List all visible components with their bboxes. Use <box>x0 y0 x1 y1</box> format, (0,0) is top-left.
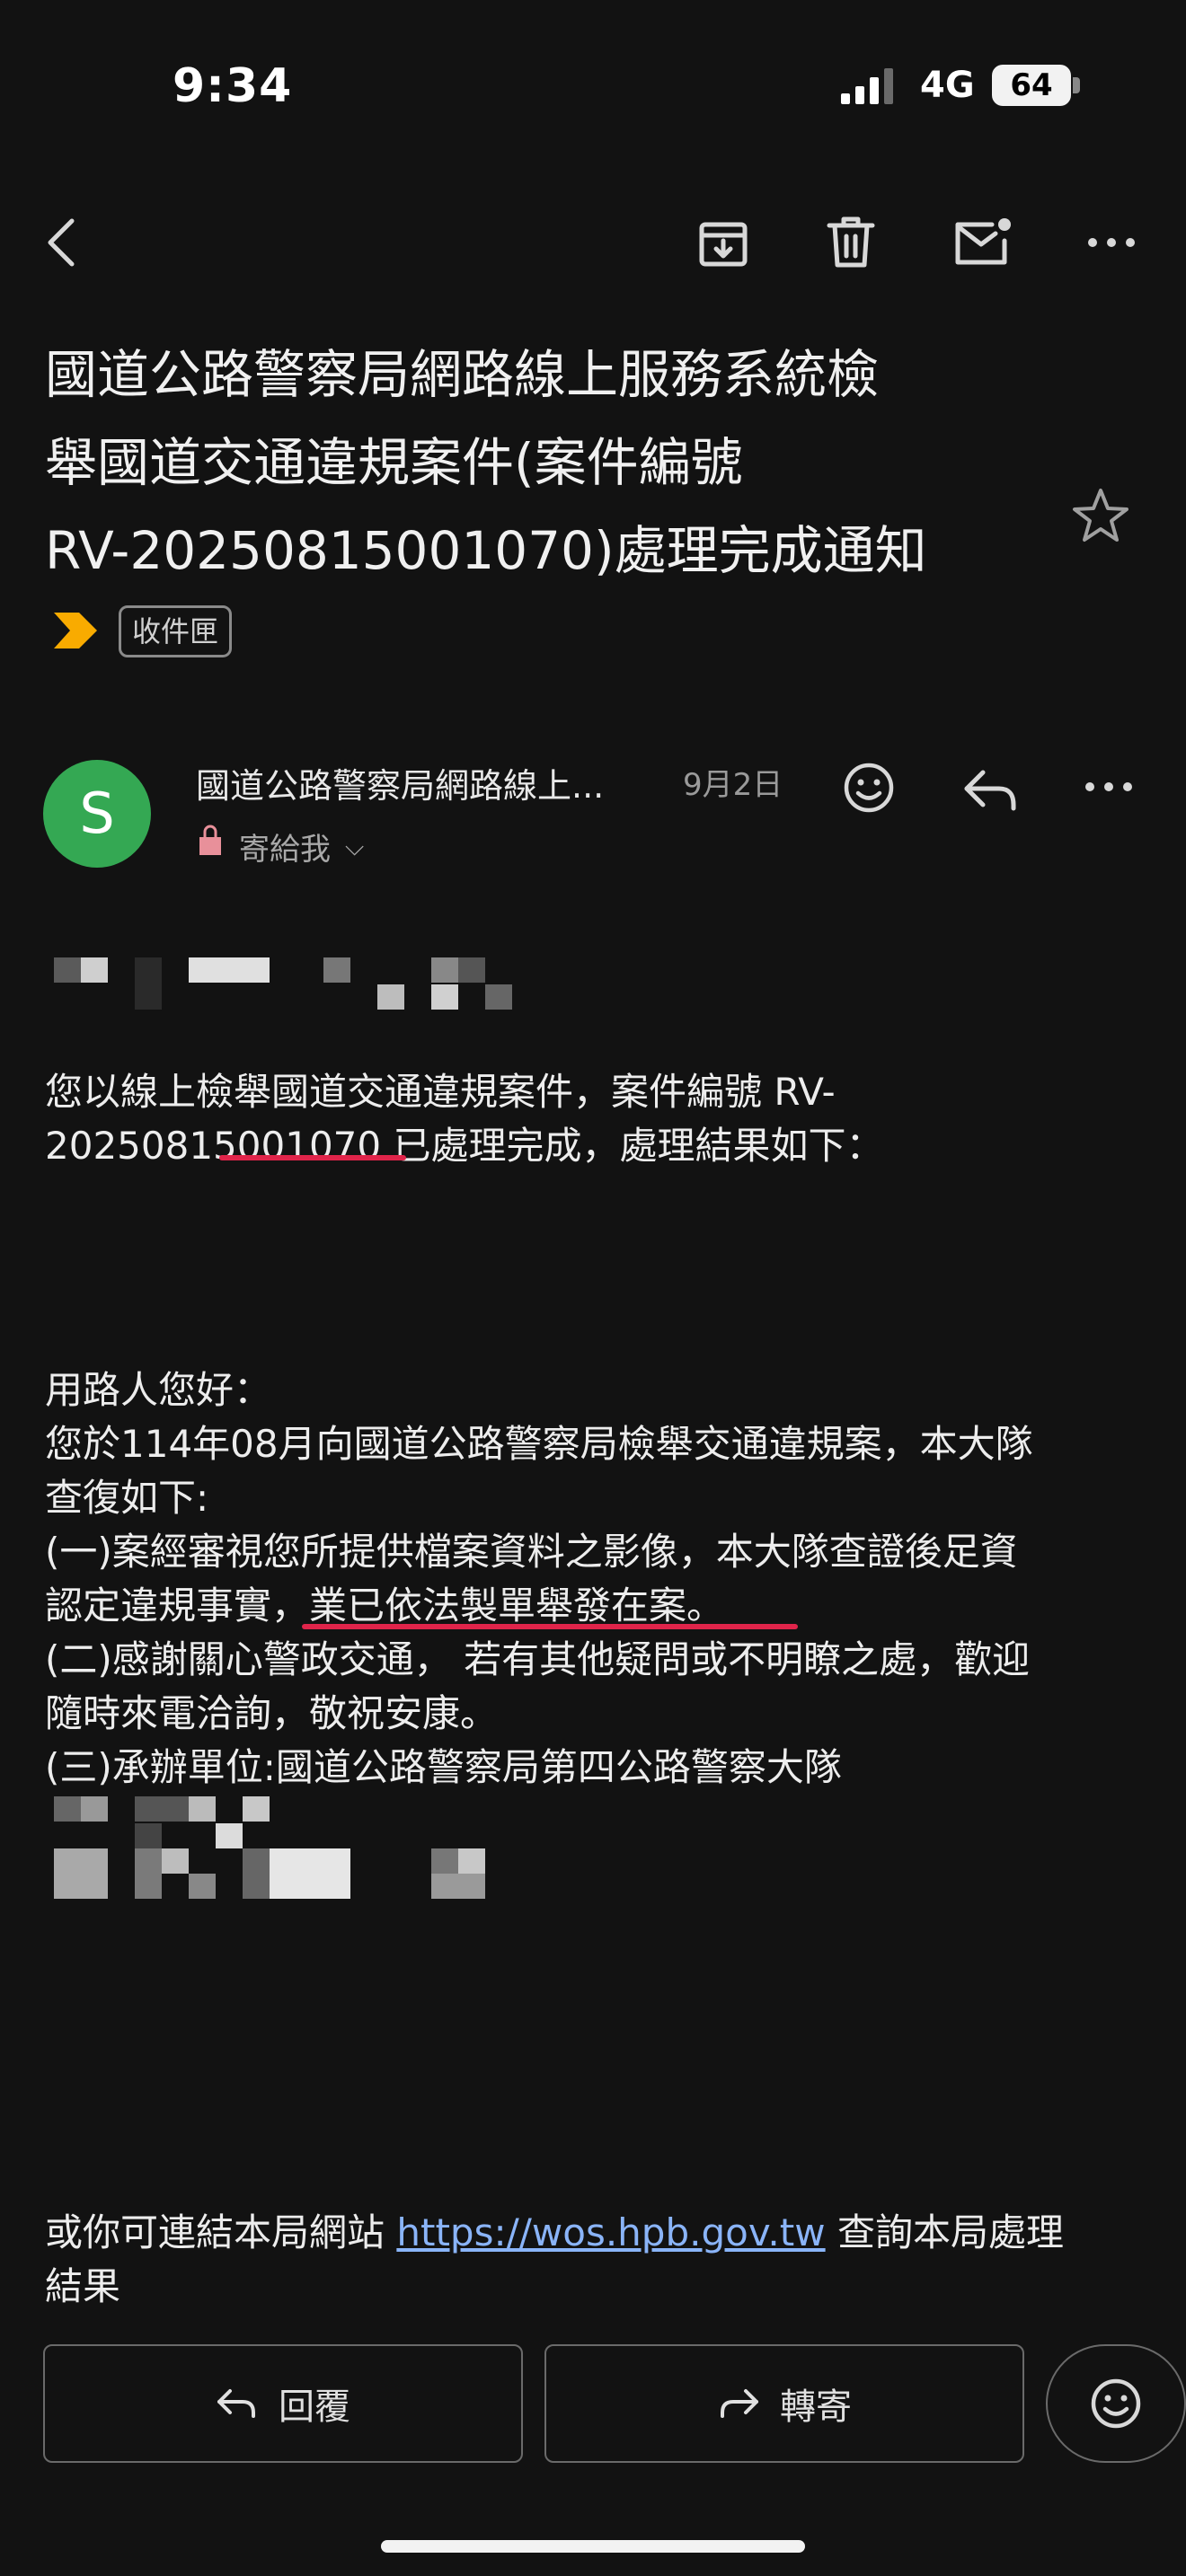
sender-avatar[interactable]: S <box>43 760 151 868</box>
mail-unread-icon <box>955 218 1011 265</box>
footer-text: 查詢本局處理 <box>825 2210 1064 2254</box>
reply-icon-button[interactable] <box>961 765 1028 821</box>
body-line: (一)案經審視您所提供檔案資料之影像，本大隊查證後足資 <box>45 1530 1018 1574</box>
archive-icon <box>699 222 748 267</box>
forward-button[interactable]: 轉寄 <box>544 2344 1024 2463</box>
reply-button[interactable]: 回覆 <box>43 2344 523 2463</box>
subject-line: RV-20250815001070)處理完成通知 <box>45 520 927 581</box>
star-button[interactable] <box>1071 487 1139 551</box>
label-inbox[interactable]: 收件匣 <box>119 605 233 657</box>
star-icon <box>1073 489 1128 542</box>
network-label: 4G <box>920 65 975 106</box>
delete-button[interactable] <box>819 208 882 277</box>
body-line: 您於114年08月向國道公路警察局檢舉交通違規案，本大隊 <box>45 1422 1033 1466</box>
intro-line: 您以線上檢舉國道交通違規案件，案件編號 RV- <box>45 1070 836 1114</box>
status-time: 9:34 <box>173 59 293 113</box>
footer-text: 或你可連結本局網站 <box>45 2210 397 2254</box>
subject-line: 舉國道交通違規案件(案件編號 <box>45 432 743 493</box>
red-underline-annotation <box>302 1624 798 1629</box>
emoji-icon <box>1091 2378 1141 2429</box>
back-button[interactable] <box>32 207 90 278</box>
emoji-icon <box>844 763 894 813</box>
trash-icon <box>827 216 875 268</box>
email-body: 用路人您好： 您於114年08月向國道公路警察局檢舉交通違規案，本大隊 查復如下… <box>45 1363 1150 1795</box>
reply-icon <box>217 2389 255 2418</box>
home-indicator[interactable] <box>381 2540 805 2553</box>
email-date: 9月2日 <box>683 767 783 803</box>
archive-button[interactable] <box>692 208 755 277</box>
more-icon <box>1088 238 1135 247</box>
sender-name[interactable]: 國道公路警察局網路線上... <box>196 758 663 807</box>
body-line: (二)感謝關心警政交通， 若有其他疑問或不明瞭之處，歡迎 <box>45 1637 1031 1681</box>
body-line: 查復如下: <box>45 1476 209 1520</box>
forward-label: 轉寄 <box>780 2386 852 2428</box>
emoji-reaction-button[interactable] <box>1046 2344 1186 2463</box>
chevron-down-icon[interactable]: ⌵ <box>345 832 364 862</box>
signal-icon <box>841 68 893 104</box>
reply-label: 回覆 <box>279 2386 350 2428</box>
body-line: 隨時來電洽詢，敬祝安康。 <box>45 1691 499 1735</box>
back-icon <box>48 218 75 267</box>
website-link[interactable]: https://wos.hpb.gov.tw <box>396 2210 825 2254</box>
body-line: 用路人您好： <box>45 1368 272 1412</box>
mark-unread-button[interactable] <box>949 208 1017 277</box>
email-footer: 或你可連結本局網站 https://wos.hpb.gov.tw 查詢本局處理 … <box>45 2206 1150 2314</box>
lock-bag-icon <box>199 825 221 855</box>
red-underline-annotation <box>219 1155 406 1160</box>
redacted-pixelated-area <box>54 957 521 1013</box>
message-more-button[interactable] <box>1084 780 1137 803</box>
more-button[interactable] <box>1078 219 1145 266</box>
react-button[interactable] <box>841 760 904 823</box>
importance-marker-icon[interactable] <box>52 611 99 650</box>
intro-line: 20250815001070 已處理完成，處理結果如下： <box>45 1124 884 1168</box>
redacted-pixelated-area <box>49 1796 498 1902</box>
subject-line: 國道公路警察局網路線上服務系統檢 <box>45 344 880 405</box>
forward-icon <box>721 2389 758 2418</box>
recipient-to-me[interactable]: 寄給我 <box>239 825 331 869</box>
body-line: (三)承辦單位:國道公路警察局第四公路警察大隊 <box>45 1745 842 1789</box>
battery-icon: 64 <box>992 65 1071 106</box>
more-icon <box>1085 782 1132 791</box>
email-subject: 國道公路警察局網路線上服務系統檢 舉國道交通違規案件(案件編號 RV-20250… <box>45 331 1024 595</box>
reply-icon <box>964 770 1016 811</box>
email-intro: 您以線上檢舉國道交通違規案件，案件編號 RV- 20250815001070 已… <box>45 1065 1150 1173</box>
footer-text: 結果 <box>45 2264 121 2308</box>
battery-nub <box>1073 77 1080 93</box>
